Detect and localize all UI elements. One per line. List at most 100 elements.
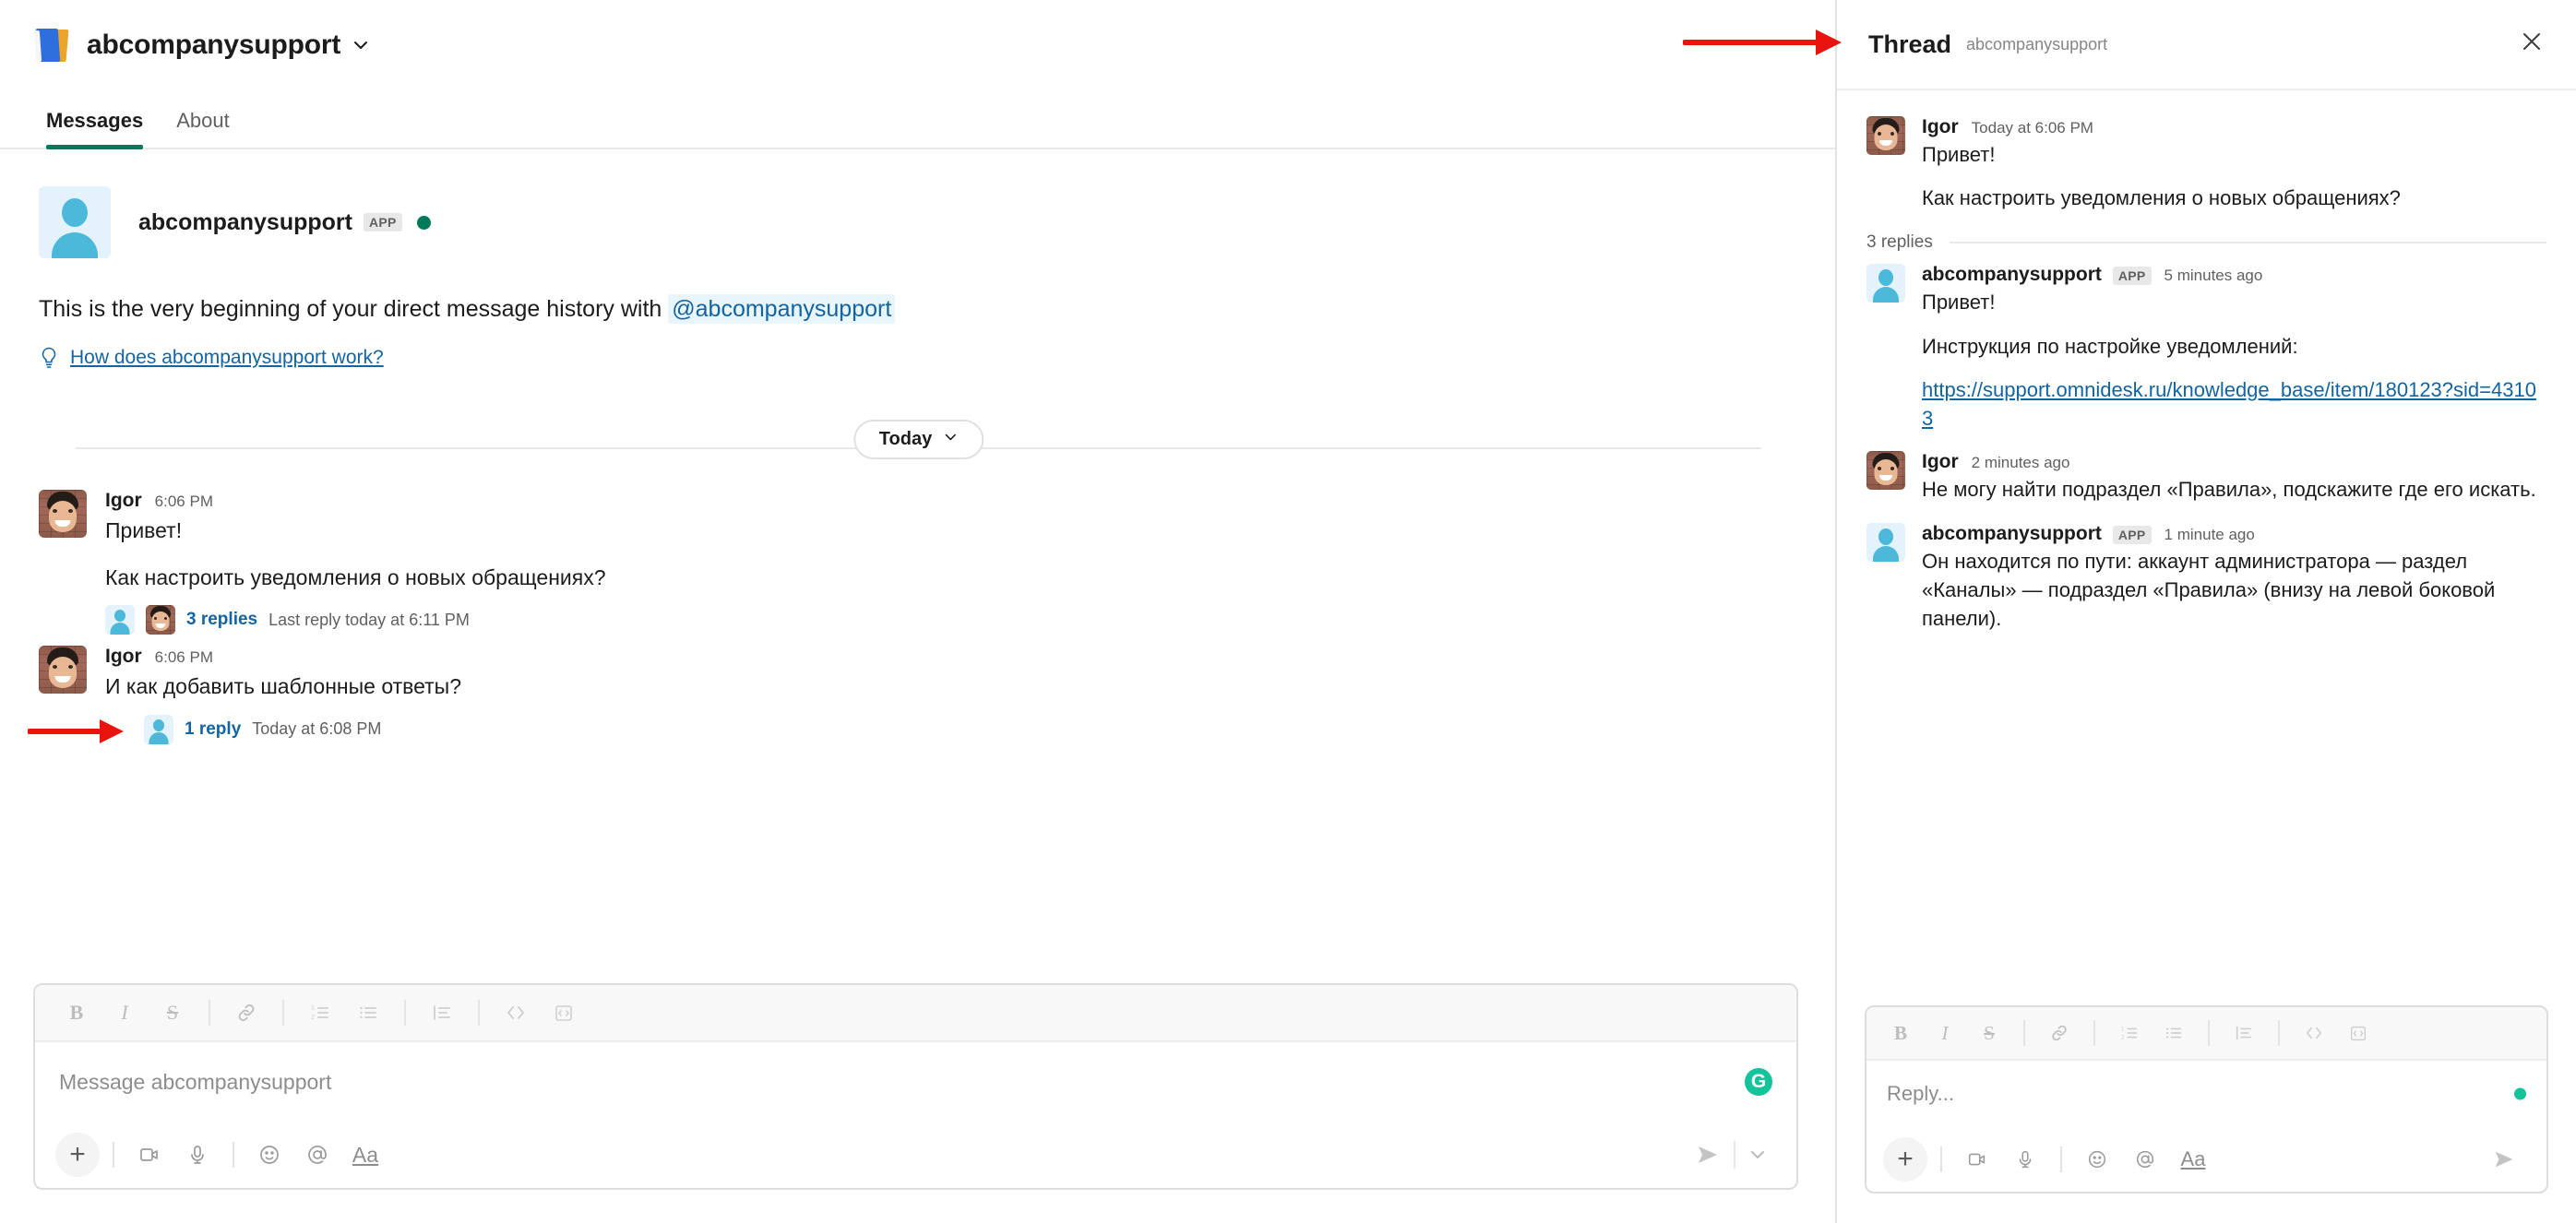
- video-icon[interactable]: [1955, 1137, 1999, 1181]
- thread-panel: Thread abcompanysupport Igor Today at 6:…: [1837, 0, 2576, 1223]
- message-text: Не могу найти подраздел «Правила», подск…: [1922, 478, 2536, 502]
- microphone-icon[interactable]: [2003, 1137, 2047, 1181]
- message-text: Как настроить уведомления о новых обраще…: [1922, 186, 2401, 210]
- mention-pill[interactable]: @abcompanysupport: [668, 294, 896, 324]
- intro-app-name[interactable]: abcompanysupport: [138, 209, 352, 236]
- slack-window: abcompanysupport Messages About abcompan…: [0, 0, 2576, 1223]
- code-block-icon[interactable]: [2339, 1015, 2378, 1051]
- thread-root-message: Igor Today at 6:06 PM Привет! Как настро…: [1866, 111, 2546, 212]
- plus-icon[interactable]: +: [55, 1133, 100, 1177]
- close-icon[interactable]: [2519, 29, 2545, 60]
- chevron-down-icon: [943, 429, 958, 450]
- avatar: [144, 714, 173, 744]
- date-divider-pill[interactable]: Today: [853, 420, 984, 459]
- code-icon[interactable]: [495, 992, 537, 1033]
- reply-input[interactable]: Reply...: [1866, 1061, 2546, 1127]
- code-icon[interactable]: [2295, 1015, 2333, 1051]
- bulleted-list-icon[interactable]: [347, 992, 389, 1033]
- message-author[interactable]: Igor: [105, 490, 142, 512]
- formatting-icon[interactable]: Aa: [343, 1133, 388, 1177]
- message-timestamp[interactable]: 6:06 PM: [155, 648, 213, 667]
- plus-icon[interactable]: +: [1883, 1137, 1927, 1181]
- status-badge: APP: [2112, 267, 2152, 286]
- page-title[interactable]: abcompanysupport: [87, 30, 340, 61]
- message-composer: B I S 12 Message abcompanysupport G + Aa: [33, 983, 1798, 1190]
- message-text: Привет!: [1922, 143, 1996, 166]
- tab-about[interactable]: About: [160, 109, 246, 148]
- message-author[interactable]: abcompanysupport: [1922, 264, 2102, 286]
- grammarly-icon[interactable]: G: [1745, 1068, 1772, 1096]
- avatar[interactable]: [1866, 522, 1905, 562]
- message-author[interactable]: Igor: [105, 646, 142, 668]
- ordered-list-icon[interactable]: 12: [2110, 1015, 2149, 1051]
- message-input[interactable]: Message abcompanysupport G: [35, 1042, 1796, 1122]
- intro-beginning-text: This is the very beginning of your direc…: [39, 296, 662, 322]
- mention-icon[interactable]: [2123, 1137, 2167, 1181]
- svg-text:1: 1: [2121, 1026, 2125, 1032]
- code-block-icon[interactable]: [543, 992, 585, 1033]
- formatting-toolbar: B I S 12: [35, 985, 1796, 1042]
- strikethrough-icon[interactable]: S: [151, 992, 194, 1033]
- date-divider-label: Today: [878, 429, 933, 449]
- formatting-toolbar: B I S 12: [1866, 1007, 2546, 1061]
- message-text: И как добавить шаблонные ответы?: [105, 674, 461, 699]
- microphone-icon[interactable]: [175, 1133, 220, 1177]
- tab-messages[interactable]: Messages: [30, 109, 160, 149]
- knowledge-base-link[interactable]: https://support.omnidesk.ru/knowledge_ba…: [1922, 378, 2536, 430]
- svg-text:2: 2: [2121, 1034, 2125, 1040]
- thread-replies-row[interactable]: 3 replies Last reply today at 6:11 PM: [105, 605, 1798, 635]
- replies-count-link[interactable]: 3 replies: [186, 610, 257, 630]
- status-badge: APP: [363, 213, 402, 232]
- intro-text: This is the very beginning of your direc…: [39, 293, 1798, 326]
- blockquote-icon[interactable]: [2224, 1015, 2263, 1051]
- italic-icon[interactable]: I: [1926, 1015, 1964, 1051]
- emoji-icon[interactable]: [2075, 1137, 2119, 1181]
- thread-reply-item: abcompanysupport APP 5 minutes ago Приве…: [1866, 258, 2546, 433]
- italic-icon[interactable]: I: [103, 992, 146, 1033]
- strikethrough-icon[interactable]: S: [1970, 1015, 2009, 1051]
- thread-replies-row[interactable]: 1 reply Today at 6:08 PM: [144, 714, 1798, 744]
- replies-count-link[interactable]: 1 reply: [185, 719, 241, 740]
- avatar[interactable]: [39, 186, 111, 258]
- message-text: Инструкция по настройке уведомлений:: [1922, 334, 2298, 358]
- message-timestamp[interactable]: 2 minutes ago: [1972, 454, 2070, 472]
- chevron-down-icon[interactable]: [352, 36, 370, 54]
- message-timestamp[interactable]: 5 minutes ago: [2165, 267, 2263, 285]
- send-group: [2482, 1139, 2526, 1180]
- link-icon[interactable]: [2040, 1015, 2079, 1051]
- chevron-down-icon[interactable]: [1739, 1134, 1776, 1175]
- message-timestamp[interactable]: 1 minute ago: [2165, 526, 2255, 544]
- bold-icon[interactable]: B: [55, 992, 98, 1033]
- video-icon[interactable]: [127, 1133, 172, 1177]
- message-author[interactable]: Igor: [1922, 116, 1959, 138]
- ordered-list-icon[interactable]: 12: [299, 992, 341, 1033]
- link-icon[interactable]: [225, 992, 268, 1033]
- message-timestamp[interactable]: 6:06 PM: [155, 493, 213, 511]
- avatar[interactable]: [39, 490, 87, 538]
- blockquote-icon[interactable]: [421, 992, 463, 1033]
- message-text: Как настроить уведомления о новых обраще…: [105, 564, 606, 589]
- avatar: [146, 605, 175, 635]
- how-does-app-work-link[interactable]: How does abcompanysupport work?: [70, 347, 384, 369]
- formatting-icon[interactable]: Aa: [2171, 1137, 2215, 1181]
- mention-icon[interactable]: [295, 1133, 340, 1177]
- emoji-icon[interactable]: [247, 1133, 292, 1177]
- bulleted-list-icon[interactable]: [2154, 1015, 2193, 1051]
- avatar[interactable]: [1866, 116, 1905, 155]
- avatar[interactable]: [39, 646, 87, 695]
- send-icon[interactable]: [2482, 1139, 2526, 1180]
- message-timestamp[interactable]: Today at 6:06 PM: [1972, 119, 2093, 137]
- conversation-tabs: Messages About: [0, 89, 1835, 149]
- intro-name-row: abcompanysupport APP: [138, 209, 431, 236]
- message-list: Igor 6:06 PM Привет! Как настроить уведо…: [0, 475, 1835, 746]
- grammarly-icon[interactable]: [2514, 1087, 2526, 1100]
- bold-icon[interactable]: B: [1881, 1015, 1920, 1051]
- presence-dot-icon: [416, 215, 431, 230]
- message-author[interactable]: abcompanysupport: [1922, 523, 2102, 545]
- send-icon[interactable]: [1686, 1134, 1730, 1175]
- thread-message-list: Igor Today at 6:06 PM Привет! Как настро…: [1837, 90, 2576, 633]
- replies-divider: 3 replies: [1866, 232, 2546, 253]
- avatar[interactable]: [1866, 451, 1905, 491]
- avatar[interactable]: [1866, 264, 1905, 303]
- message-author[interactable]: Igor: [1922, 451, 1959, 473]
